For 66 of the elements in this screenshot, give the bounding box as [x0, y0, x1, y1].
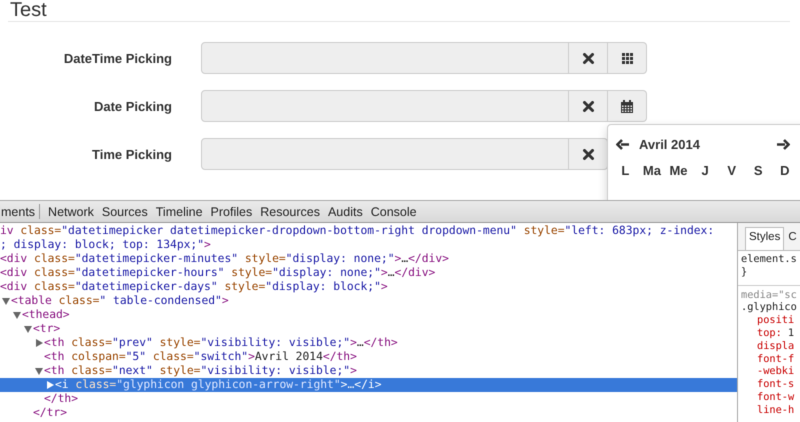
- disclosure-triangle-icon[interactable]: [13, 312, 21, 318]
- css-line: }: [740, 266, 748, 279]
- picker-button[interactable]: [608, 42, 647, 74]
- weekday-label: J: [701, 163, 709, 179]
- code-line[interactable]: <thead>: [22, 308, 70, 322]
- weekday-label: V: [727, 163, 736, 179]
- x-icon: [582, 148, 594, 160]
- devtools-tab[interactable]: Console: [370, 204, 417, 218]
- weekday-label: Ma: [642, 163, 661, 179]
- code-line[interactable]: iv class="datetimepicker datetimepicker-dropdown-bottom-right dropdown-menu" style="left: 683px; z-index:: [0, 224, 714, 238]
- input-field[interactable]: [201, 42, 569, 74]
- month-title[interactable]: Avril 2014: [639, 136, 700, 152]
- code-line[interactable]: <div class="datetimepicker-hours" style="display: none;">…</div>: [0, 266, 436, 280]
- input-field[interactable]: [201, 138, 569, 170]
- weekday-label: Me: [669, 163, 688, 179]
- code-line[interactable]: <div class="datetimepicker-days" style="display: block;">: [0, 280, 388, 294]
- devtools-tab[interactable]: Sources: [102, 204, 148, 218]
- clear-button[interactable]: [569, 90, 608, 122]
- code-line[interactable]: <th colspan="5" class="switch">Avril 2014</th>: [44, 350, 357, 364]
- weekday-label: D: [780, 163, 790, 179]
- css-line: displa: [756, 340, 796, 353]
- devtools-tab[interactable]: Resources: [260, 204, 320, 218]
- code-line[interactable]: ; display: block; top: 134px;">: [0, 238, 211, 252]
- css-line: top: 1: [756, 326, 796, 340]
- css-line: font-s: [756, 378, 796, 391]
- css-line: -webki: [756, 365, 796, 378]
- styles-tab[interactable]: Styles: [745, 227, 784, 250]
- code-line[interactable]: </tr>: [33, 406, 68, 420]
- code-line[interactable]: <table class=" table-condensed">: [11, 294, 229, 308]
- left-arrow-icon: [616, 138, 629, 150]
- disclosure-triangle-icon[interactable]: [36, 339, 42, 347]
- devtools-tab[interactable]: Timeline: [156, 204, 203, 218]
- clear-button[interactable]: [569, 42, 608, 74]
- code-line[interactable]: </th>: [44, 392, 78, 406]
- x-icon: [582, 100, 594, 112]
- devtools-tab[interactable]: Network: [48, 204, 94, 218]
- right-arrow-icon: [777, 138, 790, 150]
- field-label: DateTime Picking: [62, 50, 172, 66]
- css-line: font-f: [756, 352, 796, 366]
- clear-button[interactable]: [569, 138, 608, 170]
- css-line: font-w: [756, 390, 796, 404]
- devtools-tab[interactable]: Profiles: [210, 204, 252, 218]
- input-field[interactable]: [201, 90, 569, 122]
- styles-tab[interactable]: C: [786, 227, 797, 250]
- field-label: Time Picking: [91, 146, 172, 162]
- field-label: Date Picking: [92, 98, 172, 114]
- code-line[interactable]: <div class="datetimepicker-minutes" style="display: none;">…</div>: [0, 252, 449, 266]
- css-line: media="sc: [738, 284, 800, 302]
- devtools-tab[interactable]: Audits: [328, 204, 363, 218]
- devtools-tab[interactable]: ments: [1, 204, 36, 218]
- weekday-label: S: [754, 163, 763, 179]
- calendar-icon: [621, 100, 633, 112]
- page-title: Test: [10, 0, 48, 20]
- css-line: element.s: [740, 253, 798, 266]
- css-line: positi: [756, 314, 796, 327]
- calendar-button[interactable]: [608, 90, 647, 122]
- code-line[interactable]: <tr>: [33, 322, 60, 336]
- disclosure-triangle-icon[interactable]: [24, 326, 32, 332]
- code-line[interactable]: <th class="next" style="visibility: visible;">: [44, 364, 357, 378]
- x-icon: [582, 52, 594, 64]
- css-line: .glyphico: [740, 301, 798, 314]
- disclosure-triangle-icon[interactable]: [2, 298, 10, 304]
- grid-icon: [622, 52, 632, 64]
- weekday-label: L: [621, 163, 630, 179]
- css-line: line-h: [756, 404, 796, 417]
- code-line[interactable]: <th class="prev" style="visibility: visible;">…</th>: [44, 336, 398, 350]
